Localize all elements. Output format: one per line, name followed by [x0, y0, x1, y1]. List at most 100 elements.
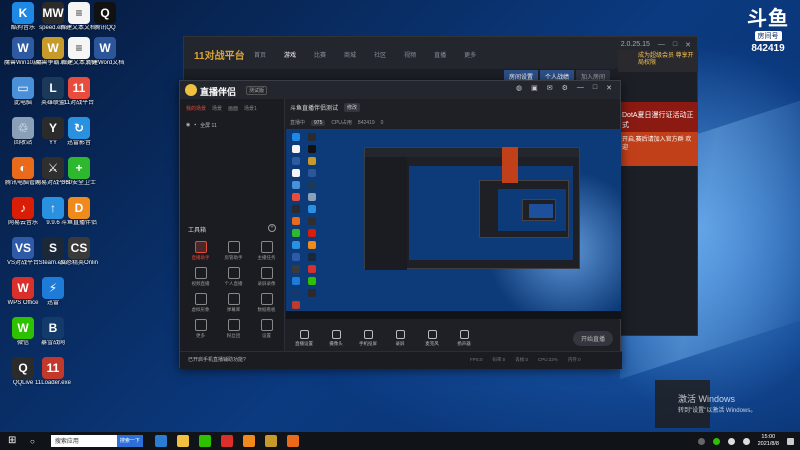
toolbox-add-icon[interactable]: + — [268, 224, 276, 232]
game-platform-nav: 首页 游戏 比赛 商城 社区 视频 直播 更多 — [254, 50, 476, 59]
windows-start-icon[interactable]: ⊞ — [8, 434, 22, 448]
taskbar-app-icon[interactable] — [176, 435, 189, 447]
stream-control[interactable]: 麦克风 — [418, 329, 446, 347]
scene-item[interactable]: ◉ ▪ 全屏 11 — [186, 122, 284, 129]
streaming-companion-window[interactable]: 直播伴侣 测试版 ◍ ▣ ✉ ⚙ — □ ✕ 我的场景 场景 画面 场景1 ◉ ▪ 全… — [179, 80, 622, 369]
scene-tab[interactable]: 场景1 — [244, 105, 257, 112]
tray-volume-icon[interactable] — [742, 437, 750, 445]
platform-nav-item[interactable]: 视频 — [404, 50, 416, 59]
preview-mini-icon — [292, 169, 300, 177]
preview-mini-icon — [292, 229, 300, 237]
taskbar-app-icon[interactable] — [198, 435, 211, 447]
toolbox-tool[interactable]: 录屏录像 — [250, 267, 283, 287]
preview-mini-icon — [292, 289, 300, 297]
toolbox-tool[interactable]: 设置 — [250, 319, 283, 339]
maximize-icon[interactable]: □ — [593, 84, 597, 92]
toolbox-tool[interactable]: 粉丝团 — [217, 319, 250, 339]
tray-chevron-icon[interactable] — [697, 437, 705, 445]
taskbar-app-icon[interactable] — [242, 435, 255, 447]
preview-mini-icon — [292, 241, 300, 249]
toolbox-tool[interactable]: 虚拟形象 — [184, 293, 217, 313]
desktop-icon[interactable]: B 暴雪战网 — [34, 317, 72, 347]
notification-center-icon[interactable] — [787, 437, 794, 445]
platform-nav-item[interactable]: 游戏 — [284, 50, 296, 59]
companion-app-name: 直播伴侣 — [200, 87, 237, 97]
close-icon[interactable]: ✕ — [685, 41, 691, 49]
settings-icon[interactable]: ⚙ — [562, 84, 568, 92]
gift-icon[interactable]: ▣ — [531, 84, 538, 92]
taskbar-search-input[interactable]: 搜索应用 — [50, 435, 117, 447]
desktop-icon[interactable]: 11 11对战平台 — [60, 77, 98, 107]
scene-tab[interactable]: 画面 — [228, 105, 238, 112]
toolbox-tool[interactable]: 数据看板 — [250, 293, 283, 313]
platform-nav-item[interactable]: 比赛 — [314, 50, 326, 59]
desktop-app-icon: ♲ — [12, 117, 34, 139]
scene-tab[interactable]: 我的场景 — [186, 105, 206, 112]
status-item: 975 — [311, 119, 326, 126]
close-icon[interactable]: ✕ — [606, 84, 612, 92]
desktop-icon-label: 11对战平台 — [63, 100, 95, 106]
toolbox-tool[interactable]: 房管助手 — [217, 241, 250, 261]
control-icon — [331, 329, 341, 339]
stream-control[interactable]: 摄像头 — [322, 329, 350, 347]
taskbar-clock[interactable]: 15:00 2021/8/8 — [758, 434, 779, 448]
lock-icon[interactable]: ▪ — [194, 122, 196, 129]
scene-tab[interactable]: 场景 — [212, 105, 222, 112]
desktop-app-icon: CS — [68, 237, 90, 259]
minimize-icon[interactable]: — — [577, 84, 584, 92]
toolbox-tool[interactable]: 弹幕库 — [217, 293, 250, 313]
message-icon[interactable]: ✉ — [547, 84, 553, 92]
stream-control[interactable]: 手机投屏 — [354, 329, 382, 347]
desktop-icon[interactable]: Q 腾讯QQ — [86, 2, 124, 32]
platform-nav-item[interactable]: 直播 — [434, 50, 446, 59]
tray-network-icon[interactable] — [727, 437, 735, 445]
mobile-assist-tip[interactable]: 已开启手机直播辅助功能? — [188, 356, 246, 363]
toolbox-tool[interactable]: 视频直播 — [184, 267, 217, 287]
taskbar-app-icon[interactable] — [264, 435, 277, 447]
scene-item-label: 全屏 11 — [200, 123, 217, 129]
minimize-icon[interactable]: — — [658, 41, 665, 49]
nested-preview-2 — [498, 189, 566, 231]
desktop-icon[interactable]: 11 11Loader.exe — [34, 357, 72, 387]
taskbar-app-icon[interactable] — [286, 435, 299, 447]
dota-event-banner[interactable]: DotA夏日漫行证活动正式 — [618, 102, 698, 132]
start-stream-button[interactable]: 开始直播 — [572, 331, 613, 346]
taskbar-app-icon[interactable] — [220, 435, 233, 447]
preview-mini-icon — [292, 157, 300, 165]
cortana-icon[interactable]: ○ — [30, 437, 35, 446]
desktop-icon[interactable]: CS 反恐精英Online — [60, 237, 98, 267]
stream-control[interactable]: 扬声器 — [450, 329, 478, 347]
platform-nav-item[interactable]: 社区 — [374, 50, 386, 59]
eye-icon[interactable]: ◉ — [186, 122, 190, 129]
preview-mini-icon — [292, 205, 300, 213]
preview-mini-icon — [308, 133, 316, 141]
edit-title-button[interactable]: 修改 — [344, 103, 361, 112]
toolbox-tool[interactable]: 主播任务 — [250, 241, 283, 261]
official-group-banner[interactable]: 开启,赛后请加入官方群 欢迎 — [618, 132, 698, 166]
tray-wechat-icon[interactable] — [712, 437, 720, 445]
toolbox-tool[interactable]: 直播助手 — [184, 241, 217, 261]
stream-control[interactable]: 录屏 — [386, 329, 414, 347]
skin-icon[interactable]: ◍ — [516, 84, 522, 92]
desktop-icon[interactable]: ↻ 迅雷影音 — [60, 117, 98, 147]
status-item: 直播中 — [290, 120, 306, 126]
vip-promo[interactable]: 成为超级会员 尊享开局权限 — [618, 50, 698, 72]
stream-preview[interactable] — [286, 129, 621, 319]
toolbox-tool[interactable]: 个人直播 — [217, 267, 250, 287]
desktop-icon[interactable]: +360安全卫士 — [60, 157, 98, 187]
stream-control[interactable]: 直播设置 — [290, 329, 318, 347]
desktop-icon[interactable]: D 斗鱼直播伴侣 — [60, 197, 98, 227]
control-label: 摄像头 — [329, 340, 343, 346]
desktop-icon[interactable]: ⚡ 迅雷 — [34, 277, 72, 307]
toolbox-tool[interactable]: 更多 — [184, 319, 217, 339]
maximize-icon[interactable]: □ — [673, 41, 677, 49]
taskbar-app-icon[interactable] — [154, 435, 167, 447]
desktop-app-icon: ♪ — [12, 197, 34, 219]
desktop-icon[interactable]: W新建Word文档.doc — [86, 37, 124, 67]
stat-item: FPS:0 — [470, 357, 483, 362]
platform-nav-item[interactable]: 更多 — [464, 50, 476, 59]
taskbar-search-button[interactable]: 搜索一下 — [116, 435, 143, 447]
platform-nav-item[interactable]: 首页 — [254, 50, 266, 59]
preview-mini-icon — [292, 193, 300, 201]
platform-nav-item[interactable]: 商城 — [344, 50, 356, 59]
